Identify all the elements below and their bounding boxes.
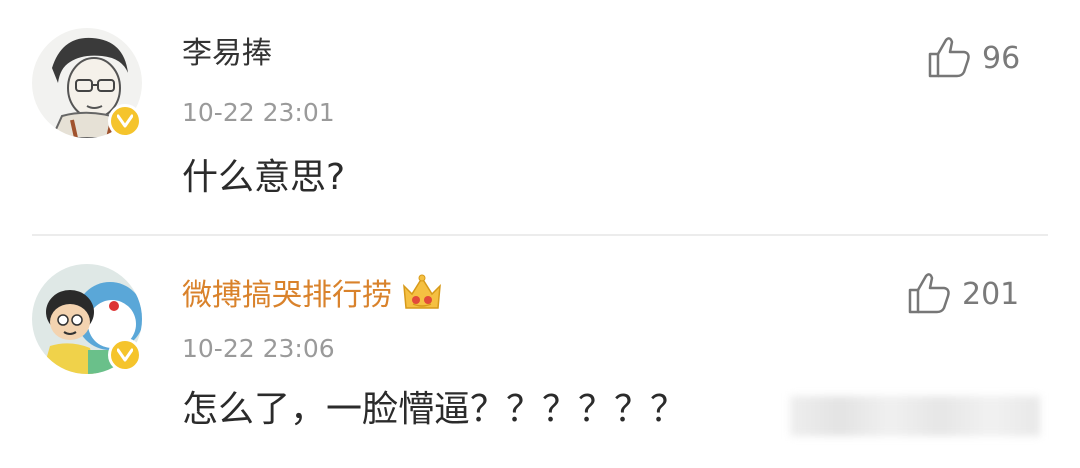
username-text[interactable]: 微搏搞哭排行捞 [182,278,392,313]
comment-text: 怎么了，一脸懵逼？？？？？？ [182,389,687,430]
thumbs-up-icon [906,270,952,320]
divider [32,234,1048,236]
like-button[interactable]: 201 [906,270,1019,320]
like-count: 201 [962,277,1020,312]
timestamp: 10-22 23:06 [182,334,335,363]
username[interactable]: 微搏搞哭排行捞 [182,272,444,321]
avatar[interactable] [32,28,142,138]
verified-badge-icon [108,104,142,138]
like-button[interactable]: 96 [926,34,1020,84]
like-count: 96 [982,41,1021,76]
avatar[interactable] [32,264,142,374]
timestamp: 10-22 23:01 [182,98,335,127]
crown-icon [400,272,444,321]
username[interactable]: 李易捧 [182,36,272,72]
comment-item: 李易捧 10-22 23:01 什么意思? 96 [0,0,1080,232]
verified-badge-icon [108,338,142,372]
thumbs-up-icon [926,34,972,84]
blurred-watermark [790,396,1040,436]
comment-text: 什么意思? [182,157,346,198]
